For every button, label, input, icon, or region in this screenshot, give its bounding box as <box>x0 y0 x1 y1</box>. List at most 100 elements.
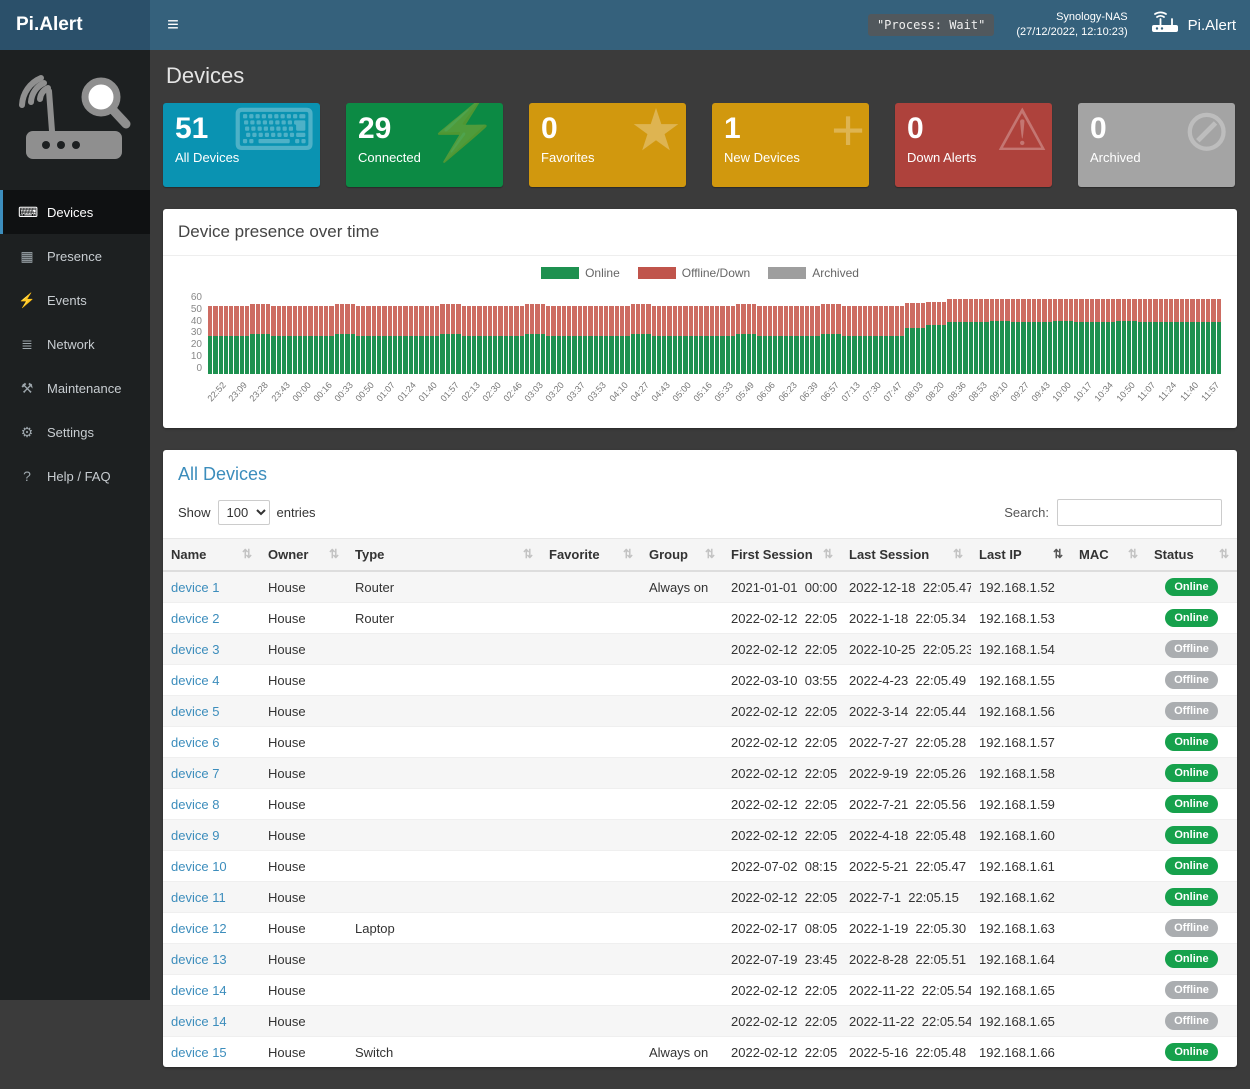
device-link[interactable]: device 5 <box>171 704 219 719</box>
device-link[interactable]: device 8 <box>171 797 219 812</box>
app-logo[interactable]: Pi.Alert <box>0 0 150 50</box>
chart-bar <box>1053 292 1057 374</box>
chart-bar <box>1138 292 1142 374</box>
column-header-favorite[interactable]: Favorite⇅ <box>541 539 641 572</box>
device-link[interactable]: device 14 <box>171 1014 227 1029</box>
info-box-favorites[interactable]: 0Favorites★ <box>529 103 686 187</box>
x-tick-label: 03:20 <box>544 380 567 403</box>
gear-icon: ⚙ <box>18 424 36 441</box>
sidebar-item-settings[interactable]: ⚙Settings <box>0 410 150 454</box>
sort-icon: ⇅ <box>623 547 633 561</box>
search-input[interactable] <box>1057 499 1222 526</box>
cell-last-session: 2022-9-19 22:05.26 <box>841 758 971 789</box>
offline-segment <box>1211 299 1215 322</box>
online-segment <box>514 336 518 374</box>
offline-segment <box>525 304 529 334</box>
online-segment <box>388 336 392 374</box>
cell-status: Online <box>1146 727 1237 758</box>
device-link[interactable]: device 9 <box>171 828 219 843</box>
page-size-select[interactable]: 100 <box>218 500 270 525</box>
cell-last-ip: 192.168.1.59 <box>971 789 1071 820</box>
column-header-type[interactable]: Type⇅ <box>347 539 541 572</box>
device-link[interactable]: device 6 <box>171 735 219 750</box>
info-box-archived[interactable]: 0Archived⊘ <box>1078 103 1235 187</box>
cell-first-session: 2022-07-02 08:15 <box>723 851 841 882</box>
sidebar-item-help-faq[interactable]: ?Help / FAQ <box>0 454 150 498</box>
cell-last-session: 2022-11-22 22:05.54 <box>841 975 971 1006</box>
offline-segment <box>615 306 619 336</box>
x-tick: 04:27 <box>631 378 652 416</box>
column-header-label: Last Session <box>849 547 929 562</box>
column-header-group[interactable]: Group⇅ <box>641 539 723 572</box>
offline-segment <box>398 306 402 336</box>
info-box-all-devices[interactable]: 51All Devices⌨ <box>163 103 320 187</box>
column-header-status[interactable]: Status⇅ <box>1146 539 1237 572</box>
chart-bar <box>884 292 888 374</box>
device-link[interactable]: device 15 <box>171 1045 227 1060</box>
column-header-owner[interactable]: Owner⇅ <box>260 539 347 572</box>
sort-icon: ⇅ <box>705 547 715 561</box>
x-tick: 11:24 <box>1159 378 1180 416</box>
column-header-first-session[interactable]: First Session⇅ <box>723 539 841 572</box>
info-box-connected[interactable]: 29Connected⚡ <box>346 103 503 187</box>
device-link[interactable]: device 10 <box>171 859 227 874</box>
info-box-new-devices[interactable]: 1New Devices+ <box>712 103 869 187</box>
online-segment <box>1095 322 1099 374</box>
online-segment <box>895 336 899 374</box>
device-link[interactable]: device 12 <box>171 921 227 936</box>
cell-group <box>641 665 723 696</box>
chart-bar <box>1101 292 1105 374</box>
chart-bar <box>937 292 941 374</box>
online-segment <box>879 336 883 374</box>
x-tick-label: 22:52 <box>206 380 229 403</box>
star-icon: ★ <box>630 103 682 163</box>
cell-last-session: 2022-4-23 22:05.49 <box>841 665 971 696</box>
device-link[interactable]: device 3 <box>171 642 219 657</box>
online-segment <box>990 321 994 374</box>
cell-last-session: 2022-7-1 22:05.15 <box>841 882 971 913</box>
device-link[interactable]: device 1 <box>171 580 219 595</box>
cell-first-session: 2022-02-12 22:05 <box>723 727 841 758</box>
device-link[interactable]: device 7 <box>171 766 219 781</box>
x-tick: 09:27 <box>1011 378 1032 416</box>
online-segment <box>609 336 613 374</box>
sidebar-item-presence[interactable]: ▦Presence <box>0 234 150 278</box>
presence-chart: 6050403020100 <box>178 292 1222 374</box>
offline-segment <box>921 303 925 328</box>
device-link[interactable]: device 4 <box>171 673 219 688</box>
cell-type <box>347 851 541 882</box>
online-segment <box>1148 322 1152 374</box>
chart-bar <box>778 292 782 374</box>
online-segment <box>493 336 497 374</box>
device-link[interactable]: device 14 <box>171 983 227 998</box>
cell-last-session: 2022-10-25 22:05.23 <box>841 634 971 665</box>
chart-bar <box>604 292 608 374</box>
status-badge: Offline <box>1165 919 1218 937</box>
table-row: device 6House2022-02-12 22:052022-7-27 2… <box>163 727 1237 758</box>
menu-toggle-icon[interactable]: ≡ <box>150 0 196 50</box>
offline-segment <box>1185 299 1189 322</box>
online-segment <box>572 336 576 374</box>
cell-last-session: 2022-5-16 22:05.48 <box>841 1037 971 1068</box>
column-header-last-session[interactable]: Last Session ⇅ <box>841 539 971 572</box>
sidebar-item-devices[interactable]: ⌨Devices <box>0 190 150 234</box>
column-header-last-ip[interactable]: Last IP⇅ <box>971 539 1071 572</box>
device-link[interactable]: device 13 <box>171 952 227 967</box>
online-segment <box>472 336 476 374</box>
sidebar-item-network[interactable]: ≣Network <box>0 322 150 366</box>
sort-icon: ⇅ <box>953 547 963 561</box>
cell-group <box>641 882 723 913</box>
navbar-brand-right[interactable]: Pi.Alert <box>1150 11 1236 39</box>
info-box-row: 51All Devices⌨ 29Connected⚡ 0Favorites★ 1Ne… <box>163 103 1237 187</box>
sidebar-item-events[interactable]: ⚡Events <box>0 278 150 322</box>
device-link[interactable]: device 2 <box>171 611 219 626</box>
device-link[interactable]: device 11 <box>171 890 226 905</box>
info-box-down-alerts[interactable]: 0Down Alerts⚠ <box>895 103 1052 187</box>
column-header-name[interactable]: Name⇅ <box>163 539 260 572</box>
chart-bar <box>821 292 825 374</box>
sort-icon: ⇅ <box>242 547 252 561</box>
sidebar-item-maintenance[interactable]: ⚒Maintenance <box>0 366 150 410</box>
cell-name: device 6 <box>163 727 260 758</box>
column-header-mac[interactable]: MAC⇅ <box>1071 539 1146 572</box>
cell-status: Online <box>1146 882 1237 913</box>
